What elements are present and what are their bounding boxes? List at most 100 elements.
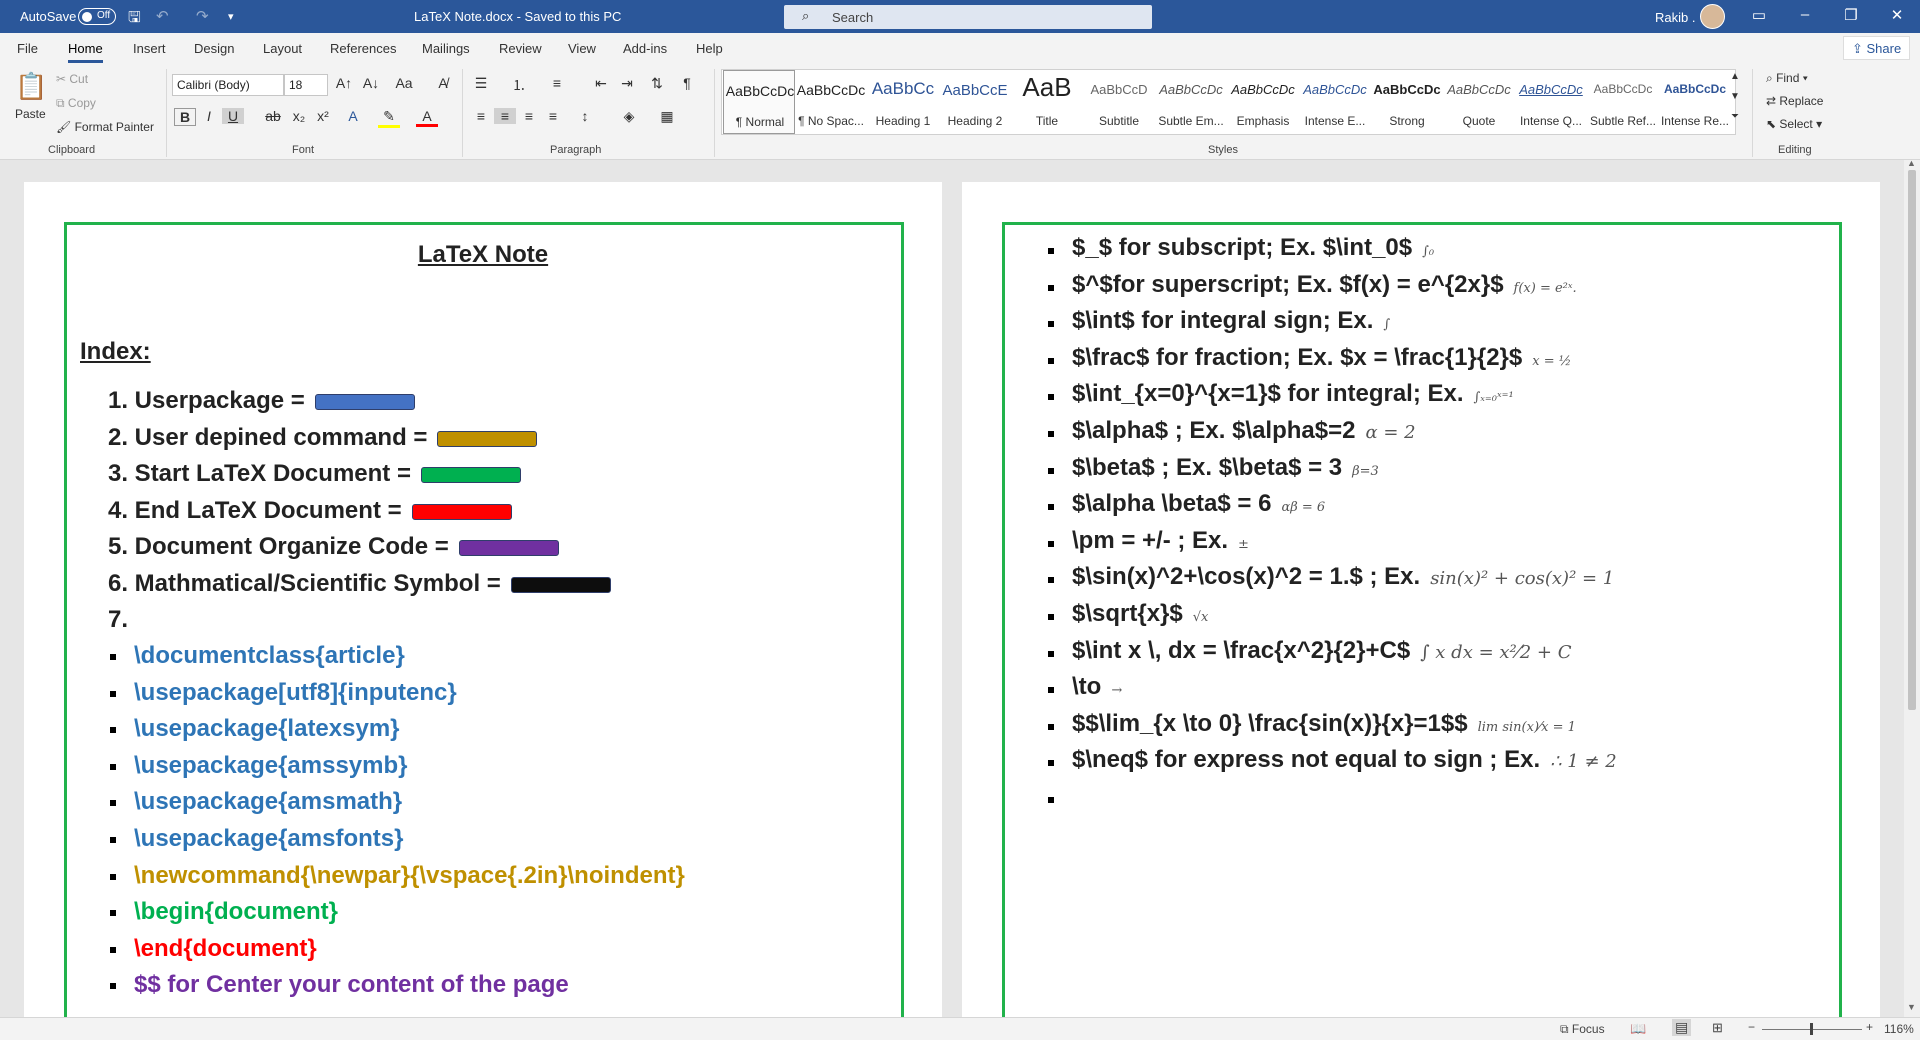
style-sample: AaBbCcDc (1303, 82, 1367, 97)
style-intense-quote[interactable]: AaBbCcDc Intense Q... (1515, 70, 1587, 134)
style-intense-reference[interactable]: AaBbCcDc Intense Re... (1659, 70, 1731, 134)
share-button[interactable]: ⇪ Share (1843, 36, 1911, 60)
styles-scroll-down-icon[interactable]: ▼ (1728, 91, 1742, 102)
zoom-slider-thumb[interactable] (1810, 1023, 1813, 1035)
styles-scroll-up-icon[interactable]: ▲ (1728, 71, 1742, 82)
group-separator (1752, 69, 1753, 157)
increase-indent-icon[interactable]: ⇥ (616, 75, 638, 92)
style-strong[interactable]: AaBbCcDc Strong (1371, 70, 1443, 134)
tab-layout[interactable]: Layout (263, 41, 302, 56)
vertical-scrollbar[interactable]: ▲ ▼ (1904, 158, 1920, 1017)
customize-qat-icon[interactable]: ▾ (228, 10, 234, 23)
page-1[interactable]: LaTeX Note Index: 1. Userpackage = 2. Us… (24, 182, 942, 1017)
search-box[interactable]: ⌕ Search (784, 5, 1152, 29)
style-normal[interactable]: AaBbCcDc ¶ Normal (723, 70, 795, 134)
find-button[interactable]: ⌕ Find ▾ (1766, 71, 1808, 86)
undo-icon[interactable]: ↶ (156, 7, 169, 25)
style-intense-emphasis[interactable]: AaBbCcDc Intense E... (1299, 70, 1371, 134)
tab-file[interactable]: File (17, 41, 38, 56)
document-title[interactable]: LaTeX Note.docx - Saved to this PC (414, 9, 621, 24)
sort-icon[interactable]: ⇅ (646, 75, 668, 92)
user-name[interactable]: Rakib . (1655, 10, 1695, 25)
show-marks-icon[interactable]: ¶ (676, 75, 698, 91)
tab-references[interactable]: References (330, 41, 396, 56)
close-icon[interactable]: ✕ (1882, 6, 1912, 24)
ribbon-display-icon[interactable]: ▭ (1744, 6, 1774, 24)
borders-icon[interactable]: ▦ (656, 108, 678, 125)
zoom-level[interactable]: 116% (1884, 1022, 1914, 1036)
style-subtle-emphasis[interactable]: AaBbCcDc Subtle Em... (1155, 70, 1227, 134)
style-subtle-reference[interactable]: AaBbCcDc Subtle Ref... (1587, 70, 1659, 134)
styles-more-icon[interactable]: ⏷ (1728, 111, 1742, 122)
numbering-icon[interactable]: ⒈ (508, 75, 530, 95)
paste-button[interactable]: Paste (15, 107, 46, 121)
cut-button[interactable]: ✂ Cut (56, 72, 88, 86)
avatar[interactable] (1700, 4, 1725, 29)
multilevel-list-icon[interactable]: ≡ (546, 75, 568, 91)
align-center-icon[interactable]: ≡ (494, 108, 516, 124)
subscript-icon[interactable]: x₂ (288, 108, 310, 124)
tab-add-ins[interactable]: Add-ins (623, 41, 667, 56)
style-quote[interactable]: AaBbCcDc Quote (1443, 70, 1515, 134)
scroll-down-icon[interactable]: ▼ (1907, 1002, 1916, 1012)
superscript-icon[interactable]: x² (312, 108, 334, 124)
replace-button[interactable]: ⇄ Replace (1766, 94, 1823, 108)
change-case-button[interactable]: Aa (390, 75, 418, 91)
align-left-icon[interactable]: ≡ (470, 108, 492, 124)
redo-icon[interactable]: ↷ (196, 7, 209, 25)
style-label: Subtle Ref... (1589, 114, 1657, 128)
text-effects-icon[interactable]: A (342, 108, 364, 124)
align-right-icon[interactable]: ≡ (518, 108, 540, 124)
zoom-in-icon[interactable]: + (1866, 1020, 1873, 1034)
minimize-icon[interactable]: – (1790, 6, 1820, 23)
save-icon[interactable]: 🖫 (128, 7, 141, 32)
tab-mailings[interactable]: Mailings (422, 41, 470, 56)
autosave-toggle[interactable]: Off (78, 8, 116, 25)
italic-icon[interactable]: I (198, 108, 220, 124)
style-subtitle[interactable]: AaBbCcD Subtitle (1083, 70, 1155, 134)
focus-button[interactable]: ⧉ Focus (1560, 1022, 1605, 1037)
tab-view[interactable]: View (568, 41, 596, 56)
strikethrough-icon[interactable]: ab (262, 108, 284, 124)
clear-formatting-icon[interactable]: A̸ (432, 75, 454, 91)
shrink-font-icon[interactable]: A↓ (360, 75, 382, 91)
style-no-spacing[interactable]: AaBbCcDc ¶ No Spac... (795, 70, 867, 134)
web-layout-icon[interactable]: ⊞ (1712, 1020, 1723, 1036)
tab-review[interactable]: Review (499, 41, 542, 56)
select-button[interactable]: ⬉ Select ▾ (1766, 117, 1822, 131)
restore-icon[interactable]: ❐ (1836, 6, 1866, 24)
format-painter-button[interactable]: 🖌 Format Painter (56, 120, 154, 134)
paste-icon[interactable]: 📋 (15, 71, 47, 102)
font-color-icon[interactable]: A (416, 108, 438, 127)
style-heading-1[interactable]: AaBbCc Heading 1 (867, 70, 939, 134)
print-layout-icon[interactable]: ▤ (1672, 1019, 1692, 1036)
style-title[interactable]: AaB Title (1011, 70, 1083, 134)
tab-insert[interactable]: Insert (133, 41, 166, 56)
zoom-out-icon[interactable]: − (1748, 1020, 1755, 1034)
shading-icon[interactable]: ◈ (618, 108, 640, 125)
scrollbar-thumb[interactable] (1908, 170, 1916, 710)
tab-home[interactable]: Home (68, 41, 103, 63)
highlight-icon[interactable]: ✎ (378, 108, 400, 128)
rendered-math-preview: β=3 (1352, 463, 1379, 479)
font-size-select[interactable]: 18 (284, 74, 328, 96)
line-spacing-icon[interactable]: ↕ (574, 108, 596, 124)
tab-help[interactable]: Help (696, 41, 723, 56)
scroll-up-icon[interactable]: ▲ (1907, 158, 1916, 168)
bold-icon[interactable]: B (174, 108, 196, 126)
read-mode-icon[interactable]: 📖 (1630, 1021, 1646, 1037)
document-area[interactable]: LaTeX Note Index: 1. Userpackage = 2. Us… (0, 160, 1904, 1017)
underline-icon[interactable]: U (222, 108, 244, 124)
decrease-indent-icon[interactable]: ⇤ (590, 75, 612, 92)
font-family-select[interactable]: Calibri (Body) (172, 74, 284, 96)
copy-button[interactable]: ⧉ Copy (56, 96, 96, 111)
justify-icon[interactable]: ≡ (542, 108, 564, 124)
tab-design[interactable]: Design (194, 41, 234, 56)
grow-font-icon[interactable]: A↑ (333, 75, 355, 91)
style-heading-2[interactable]: AaBbCcE Heading 2 (939, 70, 1011, 134)
page-2[interactable]: $_$ for subscript; Ex. $\int_0$ ∫₀ $^$for … (962, 182, 1880, 1017)
bullets-icon[interactable]: ☰ (470, 75, 492, 92)
style-emphasis[interactable]: AaBbCcDc Emphasis (1227, 70, 1299, 134)
code-line: \begin{document} (134, 898, 339, 926)
latex-command-text: $\sin(x)^2+\cos(x)^2 = 1.$ ; Ex. (1072, 563, 1421, 591)
